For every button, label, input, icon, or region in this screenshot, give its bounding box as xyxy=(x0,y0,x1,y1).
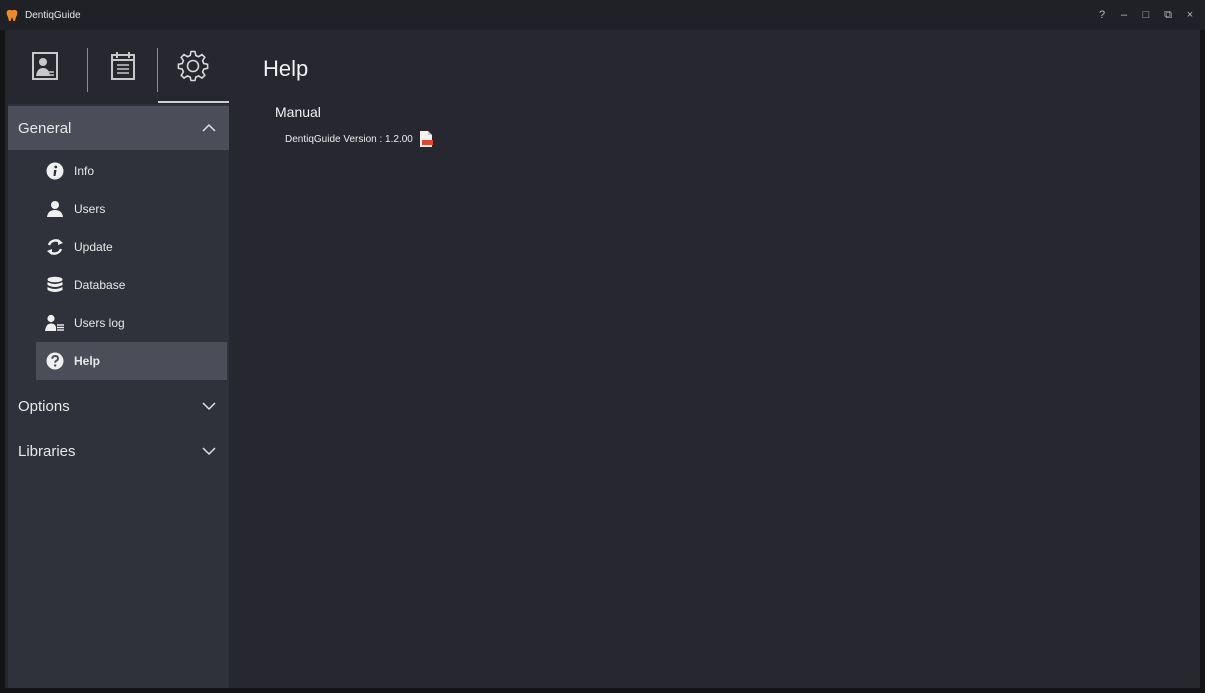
info-icon xyxy=(45,161,65,181)
section-libraries[interactable]: Libraries xyxy=(8,429,229,473)
user-icon xyxy=(45,199,65,219)
title-bar: DentiqGuide ? – □ ⧉ × xyxy=(0,0,1205,30)
sidebar-item-label: Database xyxy=(74,278,126,292)
tab-divider xyxy=(157,48,158,92)
app-logo-icon xyxy=(6,8,20,22)
window-controls: ? – □ ⧉ × xyxy=(1091,0,1201,30)
sidebar-item-label: Users log xyxy=(74,316,125,330)
page-title: Help xyxy=(263,56,309,81)
manual-heading: Manual xyxy=(275,104,321,120)
sidebar: General Info Users Update Database Users… xyxy=(8,30,229,688)
chevron-down-icon xyxy=(201,443,217,459)
users-log-icon xyxy=(45,313,65,333)
patient-card-icon xyxy=(31,51,59,86)
chevron-down-icon xyxy=(201,398,217,414)
section-label: General xyxy=(18,119,72,137)
sidebar-item-database[interactable]: Database xyxy=(36,266,227,304)
tab-divider xyxy=(87,48,88,92)
pdf-icon[interactable] xyxy=(419,131,433,147)
sidebar-item-label: Users xyxy=(74,202,106,216)
sidebar-item-help[interactable]: Help xyxy=(36,342,227,380)
section-label: Libraries xyxy=(18,442,76,460)
tab-calendar[interactable] xyxy=(94,46,152,90)
close-button[interactable]: × xyxy=(1179,4,1201,26)
app-title: DentiqGuide xyxy=(25,9,81,21)
sidebar-item-update[interactable]: Update xyxy=(36,228,227,266)
chevron-up-icon xyxy=(201,120,217,136)
tab-settings[interactable] xyxy=(164,46,222,90)
sidebar-item-users[interactable]: Users xyxy=(36,190,227,228)
calendar-icon xyxy=(110,51,136,86)
refresh-icon xyxy=(45,237,65,257)
database-icon xyxy=(45,275,65,295)
sidebar-item-users-log[interactable]: Users log xyxy=(36,304,227,342)
section-general[interactable]: General xyxy=(8,106,229,150)
sidebar-item-label: Update xyxy=(74,240,113,254)
restore-button[interactable]: ⧉ xyxy=(1157,4,1179,26)
sidebar-item-label: Help xyxy=(74,354,101,368)
gear-icon xyxy=(177,50,209,87)
section-options[interactable]: Options xyxy=(8,384,229,428)
sidebar-item-info[interactable]: Info xyxy=(36,152,227,190)
section-label: Options xyxy=(18,397,70,415)
maximize-button[interactable]: □ xyxy=(1135,4,1157,26)
active-tab-indicator xyxy=(158,101,229,103)
help-window-button[interactable]: ? xyxy=(1091,4,1113,26)
manual-link-row: DentiqGuide Version : 1.2.00 xyxy=(285,130,433,148)
tab-patients[interactable] xyxy=(16,46,74,90)
sidebar-item-label: Info xyxy=(74,164,95,178)
help-icon xyxy=(45,351,65,371)
sidebar-tab-bar xyxy=(8,30,229,104)
manual-version-text: DentiqGuide Version : 1.2.00 xyxy=(285,133,413,145)
minimize-button[interactable]: – xyxy=(1113,4,1135,26)
